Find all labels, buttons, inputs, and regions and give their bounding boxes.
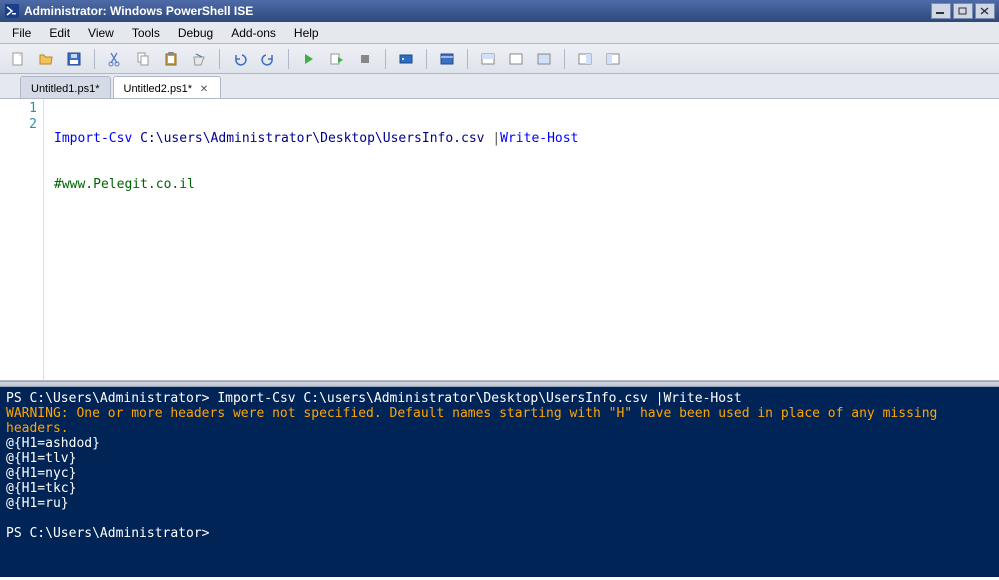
code-line: Import-Csv C:\users\Administrator\Deskto… (54, 131, 999, 147)
layout-script-icon[interactable] (504, 47, 528, 71)
line-gutter: 1 2 (0, 99, 44, 380)
menu-edit[interactable]: Edit (41, 24, 78, 42)
stop-icon[interactable] (353, 47, 377, 71)
toolbar-separator (564, 49, 565, 69)
new-file-icon[interactable] (6, 47, 30, 71)
toolbar-separator (288, 49, 289, 69)
close-tab-icon[interactable]: ✕ (198, 83, 210, 95)
window-controls (931, 3, 995, 19)
minimize-button[interactable] (931, 3, 951, 19)
window-title: Administrator: Windows PowerShell ISE (24, 4, 931, 18)
toolbar-separator (94, 49, 95, 69)
run-script-icon[interactable] (297, 47, 321, 71)
paste-icon[interactable] (159, 47, 183, 71)
app-icon (4, 3, 20, 19)
layout-console-icon[interactable] (532, 47, 556, 71)
show-command-icon[interactable] (573, 47, 597, 71)
redo-icon[interactable] (256, 47, 280, 71)
menu-file[interactable]: File (4, 24, 39, 42)
tab-label: Untitled1.ps1* (31, 83, 100, 95)
title-bar: Administrator: Windows PowerShell ISE (0, 0, 999, 22)
save-icon[interactable] (62, 47, 86, 71)
tab-untitled1[interactable]: Untitled1.ps1* (20, 76, 111, 98)
layout-split-icon[interactable] (476, 47, 500, 71)
console-output: @{H1=nyc} (6, 466, 993, 481)
console-line: PS C:\Users\Administrator> Import-Csv C:… (6, 391, 993, 406)
console-output: @{H1=ru} (6, 496, 993, 511)
line-number: 1 (0, 101, 37, 117)
menu-bar: File Edit View Tools Debug Add-ons Help (0, 22, 999, 44)
code-line: #www.Pelegit.co.il (54, 177, 999, 193)
code-area[interactable]: Import-Csv C:\users\Administrator\Deskto… (44, 99, 999, 380)
tab-untitled2[interactable]: Untitled2.ps1* ✕ (113, 76, 222, 98)
script-editor[interactable]: 1 2 Import-Csv C:\users\Administrator\De… (0, 98, 999, 381)
menu-view[interactable]: View (80, 24, 122, 42)
undo-icon[interactable] (228, 47, 252, 71)
new-tab-icon[interactable] (435, 47, 459, 71)
console-pane[interactable]: PS C:\Users\Administrator> Import-Csv C:… (0, 387, 999, 577)
menu-addons[interactable]: Add-ons (223, 24, 284, 42)
toolbar-separator (219, 49, 220, 69)
toolbar-separator (385, 49, 386, 69)
remote-icon[interactable] (394, 47, 418, 71)
copy-icon[interactable] (131, 47, 155, 71)
tab-label: Untitled2.ps1* (124, 83, 193, 95)
toolbar-separator (426, 49, 427, 69)
clear-icon[interactable] (187, 47, 211, 71)
console-prompt: PS C:\Users\Administrator> (6, 526, 993, 541)
console-output: @{H1=ashdod} (6, 436, 993, 451)
line-number: 2 (0, 117, 37, 133)
show-addon-icon[interactable] (601, 47, 625, 71)
close-button[interactable] (975, 3, 995, 19)
cut-icon[interactable] (103, 47, 127, 71)
toolbar (0, 44, 999, 74)
console-output: @{H1=tlv} (6, 451, 993, 466)
run-selection-icon[interactable] (325, 47, 349, 71)
maximize-button[interactable] (953, 3, 973, 19)
editor-tabstrip: Untitled1.ps1* Untitled2.ps1* ✕ (0, 74, 999, 98)
console-warning: WARNING: One or more headers were not sp… (6, 406, 993, 436)
console-blank (6, 511, 993, 526)
open-icon[interactable] (34, 47, 58, 71)
menu-tools[interactable]: Tools (124, 24, 168, 42)
menu-help[interactable]: Help (286, 24, 327, 42)
menu-debug[interactable]: Debug (170, 24, 221, 42)
console-output: @{H1=tkc} (6, 481, 993, 496)
toolbar-separator (467, 49, 468, 69)
